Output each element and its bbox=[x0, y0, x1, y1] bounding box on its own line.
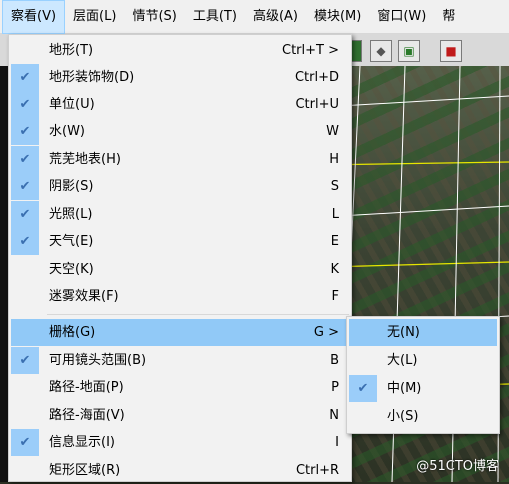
menu-bar: 察看(V) 层面(L) 情节(S) 工具(T) 高级(A) 模块(M) 窗口(W… bbox=[0, 0, 509, 34]
check-icon: ✔ bbox=[11, 429, 39, 456]
menu-item-shortcut: L bbox=[331, 207, 339, 222]
check-icon: ✔ bbox=[11, 201, 39, 228]
grid-option-label: 小(S) bbox=[387, 409, 419, 424]
view-menu-item[interactable]: 栅格(G) G > bbox=[11, 319, 349, 346]
menu-item-label: 路径-地面(P) bbox=[49, 380, 124, 395]
menu-item-label: 阴影(S) bbox=[49, 179, 94, 194]
menu-item-label: 地形(T) bbox=[49, 43, 94, 58]
grid-submenu: 无(N) 大(L) ✔ 中(M) 小(S) bbox=[346, 316, 500, 434]
menu-scenario[interactable]: 情节(S) bbox=[124, 0, 184, 34]
menu-item-shortcut: Ctrl+U bbox=[295, 97, 339, 112]
unit-tool-icon[interactable]: ▣ bbox=[398, 40, 420, 62]
menu-item-label: 信息显示(I) bbox=[49, 435, 115, 450]
check-icon: ✔ bbox=[11, 118, 39, 145]
view-menu-item[interactable]: 地形(T) Ctrl+T > bbox=[11, 37, 349, 64]
menu-item-shortcut: I bbox=[335, 435, 339, 450]
menu-item-label: 地形装饰物(D) bbox=[49, 70, 135, 85]
check-icon: ✔ bbox=[11, 91, 39, 118]
menu-advanced[interactable]: 高级(A) bbox=[245, 0, 306, 34]
view-menu: 地形(T) Ctrl+T > ✔ 地形装饰物(D) Ctrl+D ✔ 单位(U) Ctrl+U… bbox=[8, 34, 352, 482]
doodad-tool-icon[interactable]: ◆ bbox=[370, 40, 392, 62]
menu-module[interactable]: 模块(M) bbox=[306, 0, 369, 34]
menu-item-shortcut: P bbox=[331, 380, 339, 395]
menu-item-label: 路径-海面(V) bbox=[49, 408, 125, 423]
menu-help[interactable]: 帮 bbox=[434, 0, 463, 34]
menu-item-label: 栅格(G) bbox=[49, 325, 96, 340]
menu-item-label: 天气(E) bbox=[49, 234, 94, 249]
grid-option-label: 大(L) bbox=[387, 353, 418, 368]
check-icon: ✔ bbox=[11, 173, 39, 200]
menu-item-shortcut: E bbox=[330, 234, 339, 249]
menu-item-label: 单位(U) bbox=[49, 97, 95, 112]
view-menu-item[interactable]: 天空(K) K bbox=[11, 256, 349, 283]
menu-item-shortcut: S bbox=[330, 179, 339, 194]
menu-item-shortcut: Ctrl+T > bbox=[282, 43, 339, 58]
view-menu-item[interactable]: ✔ 信息显示(I) I bbox=[11, 429, 349, 456]
menu-item-label: 矩形区域(R) bbox=[49, 463, 121, 478]
view-menu-item[interactable]: ✔ 荒芜地表(H) H bbox=[11, 146, 349, 173]
grid-option-label: 无(N) bbox=[387, 325, 420, 340]
check-icon: ✔ bbox=[11, 64, 39, 91]
view-menu-item[interactable]: 路径-海面(V) N bbox=[11, 402, 349, 429]
menu-item-shortcut: F bbox=[331, 289, 339, 304]
view-menu-item[interactable]: 矩形区域(R) Ctrl+R bbox=[11, 457, 349, 484]
region-tool-icon[interactable]: ■ bbox=[440, 40, 462, 62]
menu-layer[interactable]: 层面(L) bbox=[65, 0, 124, 34]
menu-item-shortcut: Ctrl+R bbox=[295, 463, 339, 478]
check-icon: ✔ bbox=[11, 347, 39, 374]
view-menu-item[interactable]: ✔ 可用镜头范围(B) B bbox=[11, 347, 349, 374]
menu-item-shortcut: N bbox=[329, 408, 339, 423]
menu-view[interactable]: 察看(V) bbox=[2, 0, 66, 34]
menu-item-label: 光照(L) bbox=[49, 207, 93, 222]
menu-item-shortcut: B bbox=[330, 353, 339, 368]
view-menu-item[interactable]: ✔ 天气(E) E bbox=[11, 228, 349, 255]
menu-item-shortcut: K bbox=[330, 262, 339, 277]
menu-tools[interactable]: 工具(T) bbox=[185, 0, 245, 34]
menu-item-shortcut: H bbox=[329, 152, 339, 167]
watermark: @51CTO博客 bbox=[416, 459, 499, 474]
menu-item-label: 可用镜头范围(B) bbox=[49, 353, 147, 368]
menu-item-label: 天空(K) bbox=[49, 262, 94, 277]
grid-option-label: 中(M) bbox=[387, 381, 422, 396]
menu-item-shortcut: G > bbox=[313, 325, 339, 340]
menu-item-shortcut: Ctrl+D bbox=[294, 70, 339, 85]
check-icon: ✔ bbox=[11, 146, 39, 173]
menu-separator bbox=[47, 314, 349, 315]
menu-item-label: 水(W) bbox=[49, 124, 85, 139]
grid-option[interactable]: ✔ 中(M) bbox=[349, 375, 497, 402]
left-edge bbox=[0, 66, 8, 482]
grid-option[interactable]: 大(L) bbox=[349, 347, 497, 374]
grid-option[interactable]: 无(N) bbox=[349, 319, 497, 346]
check-icon: ✔ bbox=[11, 228, 39, 255]
view-menu-item[interactable]: ✔ 水(W) W bbox=[11, 118, 349, 145]
view-menu-item[interactable]: 路径-地面(P) P bbox=[11, 374, 349, 401]
menu-item-shortcut: W bbox=[326, 124, 339, 139]
menu-item-label: 荒芜地表(H) bbox=[49, 152, 121, 167]
check-icon: ✔ bbox=[349, 375, 377, 402]
view-menu-item[interactable]: ✔ 单位(U) Ctrl+U bbox=[11, 91, 349, 118]
view-menu-item[interactable]: 迷雾效果(F) F bbox=[11, 283, 349, 310]
menu-window[interactable]: 窗口(W) bbox=[369, 0, 434, 34]
view-menu-item[interactable]: ✔ 阴影(S) S bbox=[11, 173, 349, 200]
view-menu-item[interactable]: ✔ 光照(L) L bbox=[11, 201, 349, 228]
view-menu-item[interactable]: ✔ 地形装饰物(D) Ctrl+D bbox=[11, 64, 349, 91]
grid-option[interactable]: 小(S) bbox=[349, 403, 497, 430]
menu-item-label: 迷雾效果(F) bbox=[49, 289, 119, 304]
